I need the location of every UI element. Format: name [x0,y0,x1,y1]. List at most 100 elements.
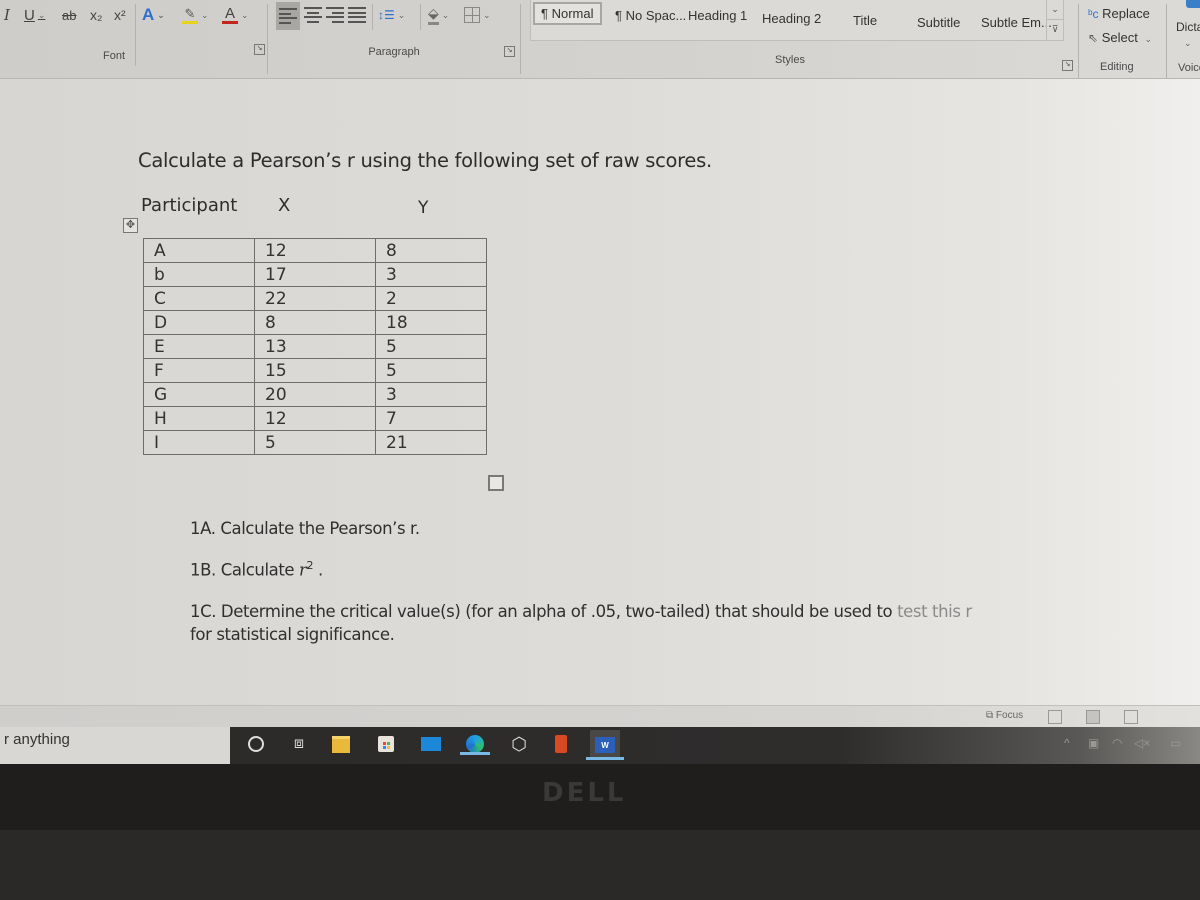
x-value-cell[interactable]: 12 [254,238,376,263]
underline-button[interactable]: U ⌄ [24,4,45,26]
office-icon[interactable] [550,733,572,755]
x-value-cell[interactable]: 20 [254,382,376,407]
word-taskbar-button[interactable]: W [586,730,624,760]
dictate-mic-icon[interactable] [1186,0,1200,8]
y-value-cell[interactable]: 3 [375,382,487,407]
font-group: I U ⌄ ab x₂ x² A ⌄ ✎ ⌄ A ⌄ Font ↘ [0,0,268,76]
y-value-cell[interactable]: 5 [375,358,487,383]
x-value-cell[interactable]: 5 [254,430,376,455]
x-value-cell[interactable]: 12 [254,406,376,431]
font-group-label: Font [102,50,125,62]
paragraph-group-label: Paragraph [368,46,420,58]
x-value-cell[interactable]: 15 [254,358,376,383]
participant-cell[interactable]: b [143,262,255,287]
chevron-down-icon[interactable]: ⌄ [398,10,406,21]
styles-gallery: ¶ Normal ¶ No Spac... Heading 1 Heading … [530,0,1064,41]
cortana-icon[interactable] [245,733,267,755]
participant-cell[interactable]: F [143,358,255,383]
question-1a: 1A. Calculate the Pearson’s r. [190,519,420,538]
italic-button[interactable]: I [4,4,10,26]
chevron-down-icon[interactable]: ⌄ [1184,38,1192,49]
line-spacing-button[interactable]: ↕☰ ⌄ [378,4,405,26]
style-subtitle[interactable]: Subtitle [917,15,960,30]
replace-button[interactable]: ᵇc Replace [1088,6,1150,21]
x-value-cell[interactable]: 22 [254,286,376,311]
show-hidden-icons-chevron-icon[interactable]: ^ [1064,736,1070,750]
chevron-down-icon[interactable]: ⌄ [38,10,46,21]
participant-cell[interactable]: E [143,334,255,359]
dictate-button[interactable]: Dicta [1176,20,1200,34]
font-color-button[interactable]: A ⌄ [222,4,249,26]
notification-app-icon[interactable]: ▣ [1088,736,1099,750]
subscript-button[interactable]: x₂ [90,4,102,26]
edge-icon[interactable] [460,733,490,755]
highlighter-icon: ✎ [182,6,198,24]
style-heading-2[interactable]: Heading 2 [762,11,821,26]
align-left-button[interactable] [276,2,300,30]
battery-icon[interactable]: ▭ [1170,736,1181,750]
strikethrough-button[interactable]: ab [62,4,76,26]
font-dialog-launcher-icon[interactable]: ↘ [254,44,265,55]
taskbar-search-box[interactable]: r anything [0,727,230,764]
wifi-icon[interactable]: ◠ [1112,736,1122,750]
participant-cell[interactable]: H [143,406,255,431]
table-move-handle-icon[interactable]: ✥ [123,218,138,233]
volume-muted-icon[interactable]: ◁× [1134,736,1150,750]
microsoft-store-icon[interactable] [375,733,397,755]
y-value-cell[interactable]: 21 [375,430,487,455]
mail-icon[interactable] [420,733,442,755]
styles-dialog-launcher-icon[interactable]: ↘ [1062,60,1073,71]
text-effects-button[interactable]: A ⌄ [142,4,165,26]
question-1b-text: 1B. Calculate [190,560,300,580]
table-row: G 20 3 [143,382,487,407]
highlight-button[interactable]: ✎ ⌄ [182,4,209,26]
style-normal[interactable]: ¶ Normal [533,2,602,25]
borders-button[interactable]: ⌄ [464,4,491,26]
y-value-cell[interactable]: 3 [375,262,487,287]
chevron-down-icon[interactable]: ⌄ [201,10,209,21]
chevron-down-icon[interactable]: ⌄ [442,10,450,21]
focus-mode-button[interactable]: ⧉ Focus [986,710,1023,721]
read-mode-view-button[interactable] [1048,710,1062,724]
x-value-cell[interactable]: 8 [254,310,376,335]
styles-gallery-scroll[interactable]: ⌄ ⊽ [1046,0,1063,40]
y-value-cell[interactable]: 2 [375,286,487,311]
task-view-icon[interactable]: ⧈ [288,733,310,755]
y-value-cell[interactable]: 18 [375,310,487,335]
select-button[interactable]: ⇖ Select ⌄ [1088,30,1152,45]
x-value-cell[interactable]: 13 [254,334,376,359]
participant-cell[interactable]: D [143,310,255,335]
align-right-button[interactable] [326,4,344,26]
participant-cell[interactable]: I [143,430,255,455]
gallery-more-icon[interactable]: ⊽ [1047,20,1063,39]
column-header-y: Y [418,198,429,218]
print-layout-view-button[interactable] [1086,710,1100,724]
style-subtle-emphasis[interactable]: Subtle Em... [981,15,1052,30]
chevron-down-icon[interactable]: ⌄ [483,10,491,21]
paragraph-dialog-launcher-icon[interactable]: ↘ [504,46,515,57]
participant-cell[interactable]: A [143,238,255,263]
participant-cell[interactable]: C [143,286,255,311]
y-value-cell[interactable]: 7 [375,406,487,431]
document-page[interactable]: Calculate a Pearson’s r using the follow… [0,79,1200,705]
justify-button[interactable] [348,4,366,26]
style-no-spacing[interactable]: ¶ No Spac... [615,8,686,23]
participant-cell[interactable]: G [143,382,255,407]
web-layout-view-button[interactable] [1124,710,1138,724]
font-color-icon: A [222,6,238,24]
chevron-down-icon[interactable]: ⌄ [1144,34,1152,44]
chevron-down-icon[interactable]: ⌄ [241,10,249,21]
superscript-button[interactable]: x² [114,4,126,26]
style-title[interactable]: Title [853,13,877,28]
3d-viewer-icon[interactable]: ⬡ [508,733,530,755]
y-value-cell[interactable]: 5 [375,334,487,359]
align-center-button[interactable] [304,4,322,26]
y-value-cell[interactable]: 8 [375,238,487,263]
chevron-down-icon[interactable]: ⌄ [157,10,165,21]
style-heading-1[interactable]: Heading 1 [688,8,747,23]
shading-button[interactable]: ⬙ ⌄ [428,4,449,26]
chevron-down-icon[interactable]: ⌄ [1047,0,1063,20]
file-explorer-icon[interactable] [330,733,352,755]
x-value-cell[interactable]: 17 [254,262,376,287]
table-resize-handle[interactable] [488,475,504,491]
